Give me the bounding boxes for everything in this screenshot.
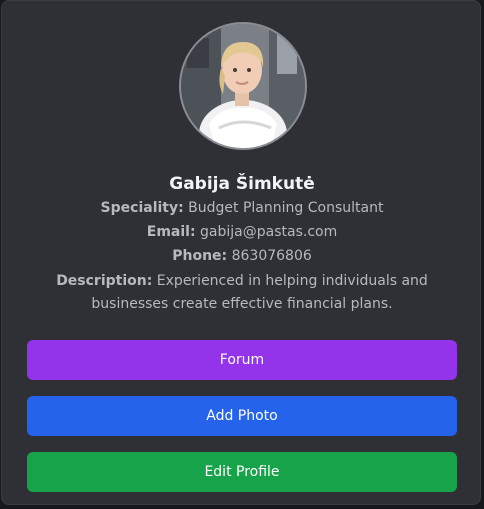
- description-block: Description: Experienced in helping indi…: [42, 270, 442, 316]
- speciality-value: Budget Planning Consultant: [188, 200, 384, 216]
- phone-label: Phone:: [172, 248, 228, 264]
- phone-line: Phone: 863076806: [42, 245, 442, 268]
- avatar: [179, 22, 307, 150]
- forum-button[interactable]: Forum: [27, 340, 457, 380]
- description-label: Description:: [56, 273, 153, 289]
- email-line: Email: gabija@pastas.com: [42, 221, 442, 244]
- add-photo-button[interactable]: Add Photo: [27, 396, 457, 436]
- profile-name: Gabija Šimkutė: [169, 174, 315, 194]
- edit-profile-button[interactable]: Edit Profile: [27, 452, 457, 492]
- profile-card: Gabija Šimkutė Speciality: Budget Planni…: [1, 0, 481, 505]
- speciality-line: Speciality: Budget Planning Consultant: [42, 197, 442, 220]
- email-label: Email:: [146, 224, 196, 240]
- email-value: gabija@pastas.com: [200, 224, 338, 240]
- phone-value: 863076806: [231, 248, 312, 264]
- speciality-label: Speciality:: [100, 200, 184, 216]
